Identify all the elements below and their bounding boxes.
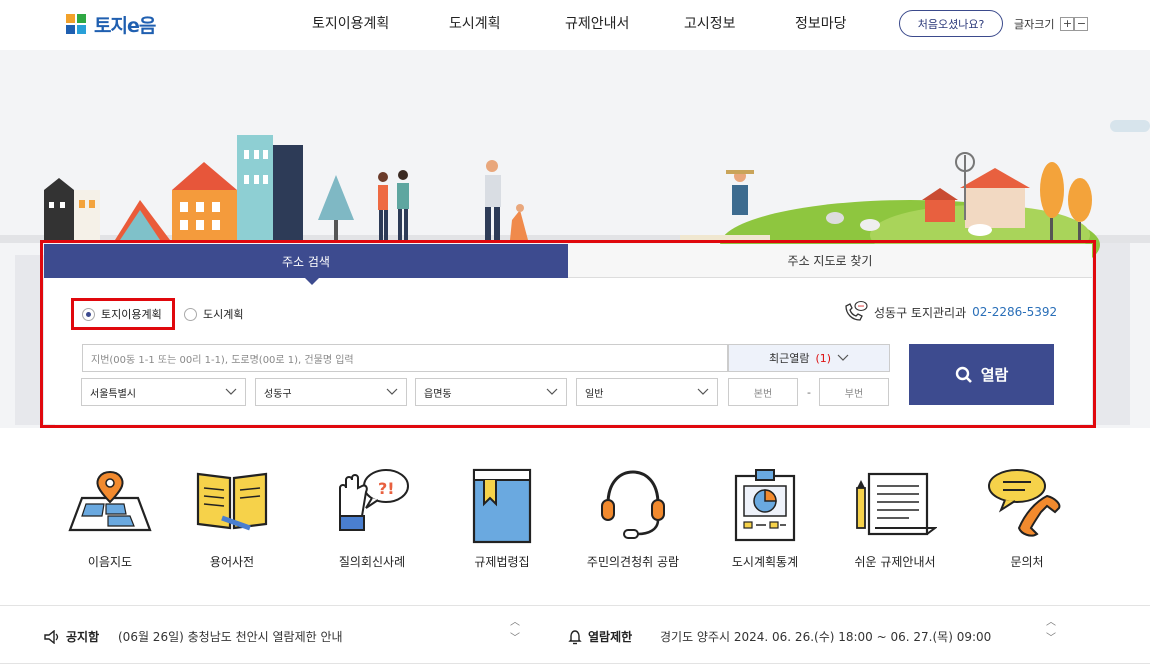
quick-item-urban-statistics[interactable]: 도시계획통계	[695, 428, 835, 569]
quick-item-label: 쉬운 규제안내서	[854, 555, 936, 569]
chevron-down-icon[interactable]: ﹀	[510, 634, 520, 644]
phone-chat-icon	[988, 469, 1061, 537]
font-increase-button[interactable]: +	[1060, 17, 1075, 31]
quick-item-map[interactable]: 이음지도	[40, 428, 180, 569]
page: 토지e음 토지이용계획 도시계획 규제안내서 고시정보 정보마당 처음오셨나요?…	[0, 0, 1150, 664]
restriction-label: 열람제한	[588, 630, 633, 644]
search-highlight-box	[40, 240, 1096, 428]
logo-text: 토지e음	[94, 15, 156, 37]
svg-text:?!: ?!	[378, 479, 395, 498]
font-decrease-button[interactable]: −	[1074, 17, 1089, 31]
notice-label: 공지함	[66, 630, 100, 644]
header: 토지e음 토지이용계획 도시계획 규제안내서 고시정보 정보마당 처음오셨나요?…	[0, 0, 1150, 50]
headset-icon	[601, 470, 665, 539]
document-pencil-icon	[856, 472, 937, 536]
quick-item-qna-cases[interactable]: ?! 질의회신사례	[302, 428, 442, 569]
notice-arrows: ︿ ﹀	[508, 618, 522, 644]
law-book-icon	[472, 468, 532, 544]
bell-icon	[568, 629, 582, 644]
logo-icon	[66, 13, 88, 36]
quick-item-label: 규제법령집	[474, 555, 530, 569]
chevron-down-icon[interactable]: ﹀	[1046, 634, 1056, 644]
nav-regulation-guide[interactable]: 규제안내서	[565, 13, 629, 33]
chevron-up-icon[interactable]: ︿	[1046, 618, 1056, 628]
quick-item-label: 용어사전	[209, 555, 255, 569]
restriction-text[interactable]: 경기도 양주시 2024. 06. 26.(수) 18:00 ~ 06. 27.…	[660, 628, 991, 645]
notice-bar: 공지함 (06월 26일) 충청남도 천안시 열람제한 안내 ︿ ﹀ 열람제한 …	[0, 605, 1150, 664]
quick-item-easy-guide[interactable]: 쉬운 규제안내서	[825, 428, 965, 569]
restriction-arrows: ︿ ﹀	[1044, 618, 1058, 644]
quick-menu: 이음지도 용어사전 ?! 질의회신사례 규제법령집 주민의견청취 공람 도시계획…	[0, 428, 1150, 605]
chevron-up-icon[interactable]: ︿	[510, 618, 520, 628]
nav-info-square[interactable]: 정보마당	[795, 13, 847, 33]
font-size-label: 글자크기	[1014, 18, 1055, 31]
book-icon	[196, 472, 268, 531]
quick-item-label: 주민의견청취 공람	[586, 555, 680, 569]
font-size-control: 글자크기 + −	[1014, 16, 1089, 32]
nav-notice-info[interactable]: 고시정보	[684, 13, 736, 33]
statistics-board-icon	[734, 469, 796, 542]
quick-item-label: 도시계획통계	[731, 555, 799, 569]
quick-item-glossary[interactable]: 용어사전	[162, 428, 302, 569]
quick-item-label: 질의회신사례	[338, 555, 406, 569]
nav-land-use-plan[interactable]: 토지이용계획	[312, 13, 389, 33]
logo[interactable]: 토지e음	[66, 11, 156, 38]
quick-item-label: 문의처	[1010, 555, 1044, 569]
speaker-icon	[44, 629, 59, 644]
quick-item-public-opinion[interactable]: 주민의견청취 공람	[563, 428, 703, 569]
quick-item-contact[interactable]: 문의처	[957, 428, 1097, 569]
map-pin-icon	[68, 470, 152, 532]
quick-item-label: 이음지도	[87, 555, 133, 569]
quick-item-law-book[interactable]: 규제법령집	[432, 428, 572, 569]
question-hand-icon: ?!	[339, 469, 409, 531]
notice-text[interactable]: (06월 26일) 충청남도 천안시 열람제한 안내	[118, 628, 343, 645]
notice-title: 공지함	[44, 628, 99, 645]
first-visit-button[interactable]: 처음오셨나요?	[899, 10, 1003, 37]
nav-urban-plan[interactable]: 도시계획	[449, 13, 501, 33]
restriction-title: 열람제한	[568, 628, 632, 645]
